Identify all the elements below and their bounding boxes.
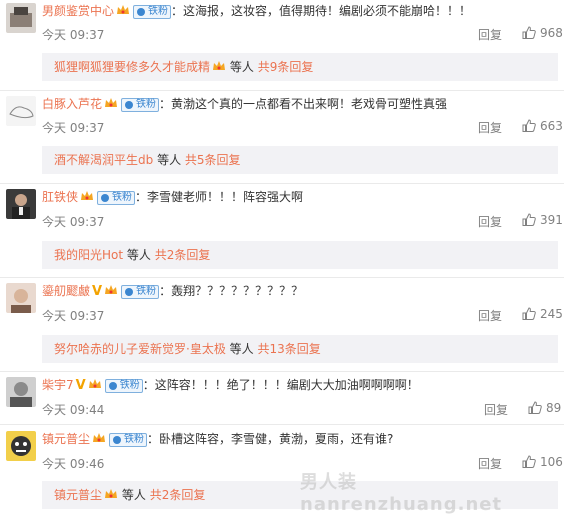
crown-icon xyxy=(105,98,118,107)
reply-button[interactable]: 回复 xyxy=(478,307,502,324)
divider xyxy=(0,424,564,425)
username[interactable]: 白豚入芦花 xyxy=(42,97,102,111)
reply-count[interactable]: 共9条回复 xyxy=(258,60,314,74)
like-button[interactable]: 968 xyxy=(522,26,563,40)
like-button[interactable]: 245 xyxy=(522,307,563,321)
reply-summary[interactable]: 狐狸啊狐狸要修多久才能成精 等人 共9条回复 xyxy=(42,53,558,81)
fan-badge: 铁粉 xyxy=(121,285,160,299)
timestamp: 今天 09:37 xyxy=(42,309,105,323)
watermark: 男人装 nanrenzhuang.net xyxy=(300,472,503,515)
reply-count[interactable]: 共13条回复 xyxy=(258,342,321,356)
reply-etc: 等人 xyxy=(229,342,254,356)
crown-icon xyxy=(117,5,130,14)
timestamp: 今天 09:44 xyxy=(42,403,105,417)
reply-count[interactable]: 共5条回复 xyxy=(185,153,241,167)
comment-text: ：卧槽这阵容，李雪健，黄渤，夏雨，还有谁? xyxy=(147,432,394,446)
like-button[interactable]: 89 xyxy=(528,401,561,415)
reply-user[interactable]: 酒不解渴润平生db xyxy=(54,153,153,167)
reply-summary[interactable]: 酒不解渴润平生db 等人 共5条回复 xyxy=(42,146,558,174)
avatar[interactable] xyxy=(6,377,36,407)
crown-icon xyxy=(105,285,118,294)
fan-badge: 铁粉 xyxy=(121,98,160,112)
crown-icon xyxy=(105,489,118,498)
username[interactable]: 柴宇7 xyxy=(42,378,74,392)
like-count: 89 xyxy=(546,401,562,415)
username[interactable]: 男颜鉴赏中心 xyxy=(42,4,114,18)
reply-summary[interactable]: 我的阳光Hot 等人 共2条回复 xyxy=(42,241,558,269)
reply-etc: 等人 xyxy=(157,153,182,167)
crown-icon xyxy=(213,61,226,70)
thumbs-up-icon xyxy=(522,455,536,468)
crown-icon xyxy=(93,433,106,442)
like-count: 245 xyxy=(540,307,563,321)
like-count: 663 xyxy=(540,119,563,133)
v-verified-icon: V xyxy=(92,284,103,299)
reply-user[interactable]: 镇元普尘 xyxy=(54,488,102,502)
fan-badge: 铁粉 xyxy=(109,433,148,447)
fan-badge: 铁粉 xyxy=(133,5,172,19)
avatar[interactable] xyxy=(6,189,36,219)
reply-user[interactable]: 狐狸啊狐狸要修多久才能成精 xyxy=(54,60,210,74)
crown-icon xyxy=(81,191,94,200)
reply-button[interactable]: 回复 xyxy=(478,213,502,230)
reply-button[interactable]: 回复 xyxy=(478,119,502,136)
comment-text: ：这阵容！！！绝了！！！编剧大大加油啊啊啊啊！ xyxy=(142,378,419,392)
timestamp: 今天 09:46 xyxy=(42,457,105,471)
avatar[interactable] xyxy=(6,3,36,33)
fan-badge: 铁粉 xyxy=(104,379,143,393)
thumbs-up-icon xyxy=(528,401,542,414)
divider xyxy=(0,371,564,372)
divider xyxy=(0,90,564,91)
comment-text: ：轰翔？？？？？？？？？ xyxy=(159,284,304,298)
like-count: 968 xyxy=(540,26,563,40)
timestamp: 今天 09:37 xyxy=(42,121,105,135)
like-button[interactable]: 663 xyxy=(522,119,563,133)
reply-summary[interactable]: 努尔哈赤的儿子爱新觉罗·皇太极 等人 共13条回复 xyxy=(42,335,558,363)
reply-etc: 等人 xyxy=(229,60,254,74)
comment-text: ：黄渤这个真的一点都看不出来啊！老戏骨可塑性真强 xyxy=(159,97,448,111)
avatar[interactable] xyxy=(6,96,36,126)
crown-icon xyxy=(88,379,101,388)
timestamp: 今天 09:37 xyxy=(42,28,105,42)
thumbs-up-icon xyxy=(522,119,536,132)
username[interactable]: 镇元普尘 xyxy=(42,432,90,446)
reply-etc: 等人 xyxy=(121,488,146,502)
reply-count[interactable]: 共2条回复 xyxy=(150,488,206,502)
reply-user[interactable]: 我的阳光Hot xyxy=(54,248,123,262)
divider xyxy=(0,277,564,278)
thumbs-up-icon xyxy=(522,26,536,39)
avatar[interactable] xyxy=(6,283,36,313)
comment-text: ：李雪健老师！！！阵容强大啊 xyxy=(135,190,304,204)
reply-user[interactable]: 努尔哈赤的儿子爱新觉罗·皇太极 xyxy=(54,342,226,356)
thumbs-up-icon xyxy=(522,213,536,226)
fan-badge: 铁粉 xyxy=(97,191,136,205)
avatar[interactable] xyxy=(6,431,36,461)
reply-etc: 等人 xyxy=(126,248,151,262)
v-verified-icon: V xyxy=(75,378,86,393)
username[interactable]: 肛铁侠 xyxy=(42,190,78,204)
username[interactable]: 鎏舠飂皻 xyxy=(42,284,90,298)
like-button[interactable]: 391 xyxy=(522,213,563,227)
thumbs-up-icon xyxy=(522,307,536,320)
like-count: 106 xyxy=(540,455,563,469)
like-count: 391 xyxy=(540,213,563,227)
comment-text: ：这海报，这妆容，值得期待！编剧必须不能崩哈！！！ xyxy=(171,4,472,18)
reply-count[interactable]: 共2条回复 xyxy=(155,248,211,262)
timestamp: 今天 09:37 xyxy=(42,215,105,229)
reply-button[interactable]: 回复 xyxy=(484,401,508,418)
reply-button[interactable]: 回复 xyxy=(478,26,502,43)
divider xyxy=(0,183,564,184)
like-button[interactable]: 106 xyxy=(522,455,563,469)
